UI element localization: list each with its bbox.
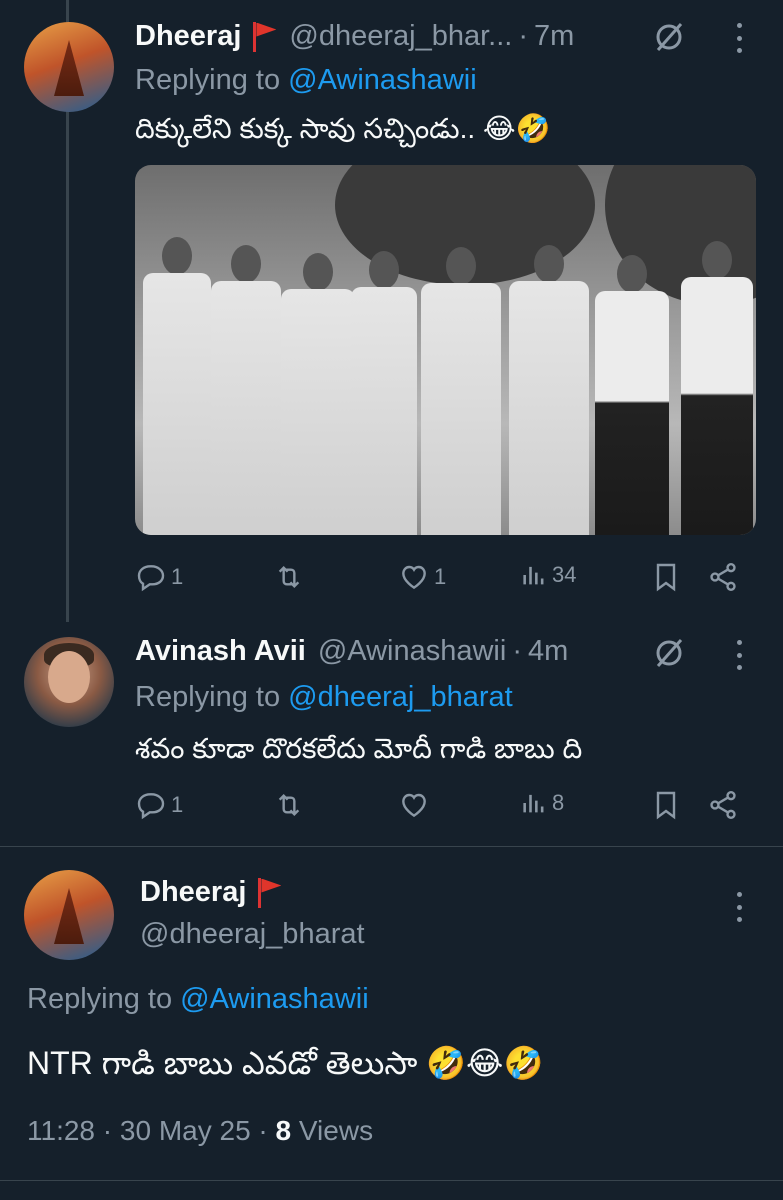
reply-icon <box>137 565 165 592</box>
avatar[interactable] <box>24 22 114 112</box>
separator: · <box>102 1115 113 1146</box>
tweet-text: శవం కూడా దొరకలేదు మోదీ గాడి బాబు ది <box>135 733 583 764</box>
timestamp[interactable]: 7m <box>534 20 574 53</box>
flag-icon <box>251 21 277 52</box>
retweet-button[interactable] <box>273 789 305 821</box>
tweet-actions: 1 1 34 <box>135 561 745 595</box>
like-button[interactable]: 1 <box>398 561 446 593</box>
retweet-icon <box>278 565 300 589</box>
tweet-header: Dheeraj @dheeraj_bhar... · 7m <box>135 20 574 53</box>
bookmark-icon <box>656 791 676 820</box>
replying-prefix: Replying to <box>27 983 181 1015</box>
tweet-header: Avinash Avii @Awinashawii · 4m <box>135 635 568 668</box>
replying-to-link[interactable]: @dheeraj_bharat <box>288 681 513 713</box>
like-count: 1 <box>434 564 447 589</box>
reply-count: 1 <box>171 792 184 817</box>
avatar-face <box>48 651 90 703</box>
bookmark-button[interactable] <box>650 561 682 593</box>
replying-to-link[interactable]: @Awinashawii <box>180 983 369 1015</box>
replying-to: Replying to @Awinashawii <box>27 983 369 1016</box>
replying-to: Replying to @dheeraj_bharat <box>135 681 513 714</box>
user-handle[interactable]: @dheeraj_bharat <box>140 918 365 951</box>
bookmark-button[interactable] <box>650 789 682 821</box>
handle-row: @dheeraj_bharat <box>128 918 365 951</box>
display-name[interactable]: Dheeraj <box>135 20 241 53</box>
like-button[interactable] <box>398 789 430 821</box>
separator: · <box>512 635 522 667</box>
flag-icon <box>256 877 282 908</box>
reply-count: 1 <box>171 564 184 589</box>
reply-button[interactable]: 1 <box>135 789 183 821</box>
divider <box>0 1180 783 1181</box>
display-name[interactable]: Dheeraj <box>140 876 246 909</box>
tweet-actions: 1 8 <box>135 789 745 823</box>
views-button[interactable]: 34 <box>520 561 576 589</box>
retweet-button[interactable] <box>273 561 305 593</box>
more-icon[interactable] <box>733 640 745 670</box>
person <box>509 245 589 535</box>
views-count: 34 <box>552 562 577 587</box>
views-label: Views <box>298 1115 374 1146</box>
user-handle[interactable]: @dheeraj_bhar... <box>289 20 512 53</box>
avatar[interactable] <box>24 870 114 960</box>
tweet-date[interactable]: 30 May 25 <box>120 1115 251 1146</box>
share-button[interactable] <box>707 789 739 821</box>
tweet-header: Dheeraj <box>140 876 282 909</box>
replying-to: Replying to @Awinashawii <box>135 64 477 97</box>
person <box>211 245 281 535</box>
avatar[interactable] <box>24 637 114 727</box>
tweet-text: దిక్కులేని కుక్క సావు సచ్చిండు.. 😂🤣 <box>135 113 551 144</box>
person <box>681 241 753 535</box>
share-icon <box>710 791 736 819</box>
tweet-meta: 11:28 · 30 May 25 · 8 Views <box>27 1115 373 1147</box>
user-handle[interactable]: @Awinashawii <box>318 635 507 668</box>
bookmark-icon <box>656 563 676 592</box>
display-name[interactable]: Avinash Avii <box>135 635 306 668</box>
views-icon <box>523 794 544 813</box>
like-icon <box>402 793 426 818</box>
share-icon <box>710 563 736 591</box>
person <box>351 251 417 535</box>
tweet-time[interactable]: 11:28 <box>27 1115 95 1146</box>
views-count[interactable]: 8 <box>276 1115 292 1146</box>
person <box>281 253 355 535</box>
share-button[interactable] <box>707 561 739 593</box>
temple-image <box>54 40 84 96</box>
grok-icon[interactable] <box>652 20 686 54</box>
tweet-photo[interactable] <box>135 165 756 535</box>
person <box>421 247 501 535</box>
replying-to-link[interactable]: @Awinashawii <box>288 64 477 96</box>
grok-icon[interactable] <box>652 636 686 670</box>
more-icon[interactable] <box>733 23 745 53</box>
replying-prefix: Replying to <box>135 681 289 713</box>
temple-image <box>54 888 84 944</box>
views-button[interactable]: 8 <box>520 789 564 817</box>
tweet-text: NTR గాడి బాబు ఎవడో తెలుసా 🤣😂🤣 <box>27 1045 544 1081</box>
person <box>143 237 211 535</box>
separator: · <box>518 20 528 52</box>
retweet-icon <box>278 793 300 817</box>
separator: · <box>258 1115 268 1146</box>
like-icon <box>402 565 426 590</box>
reply-button[interactable]: 1 <box>135 561 183 593</box>
reply-icon <box>137 793 165 820</box>
person <box>595 255 669 535</box>
divider <box>0 846 783 847</box>
more-icon[interactable] <box>733 892 745 922</box>
replying-prefix: Replying to <box>135 64 289 96</box>
views-icon <box>523 566 544 585</box>
timestamp[interactable]: 4m <box>528 635 568 668</box>
views-count: 8 <box>552 790 565 815</box>
